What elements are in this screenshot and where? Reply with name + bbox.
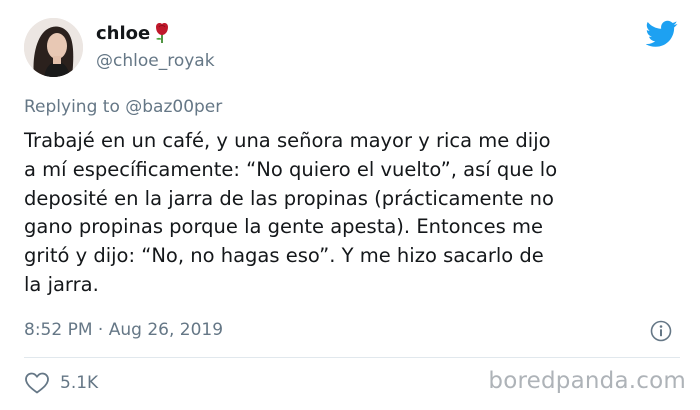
divider <box>24 357 680 358</box>
author-row: chloe <box>96 22 171 44</box>
tweet-card: chloe @chloe_royak Replying to @baz00per… <box>0 0 700 410</box>
tweet-text-line: la jarra. <box>24 272 99 296</box>
tweet-text-line: a mí específicamente: “No quiero el vuel… <box>24 157 558 181</box>
avatar[interactable] <box>24 18 83 77</box>
twitter-bird-icon[interactable] <box>646 20 678 48</box>
tweet-text-line: Trabajé en un café, y una señora mayor y… <box>24 129 551 152</box>
replying-prefix: Replying to <box>24 97 120 117</box>
heart-icon[interactable] <box>24 371 50 395</box>
replying-to: Replying to @baz00per <box>24 97 222 117</box>
tweet-text-line: deposité en la jarra de las propinas (pr… <box>24 186 554 210</box>
tweet-text: Trabajé en un café, y una señora mayor y… <box>24 127 684 300</box>
reply-mention-link[interactable]: @baz00per <box>125 97 222 117</box>
user-handle[interactable]: @chloe_royak <box>96 51 215 71</box>
tweet-time: 8:52 PM <box>24 320 93 340</box>
avatar-photo <box>24 18 83 77</box>
tweet-date: Aug 26, 2019 <box>108 320 224 340</box>
tweet-text-line: gano propinas porque la gente apesta). E… <box>24 215 543 239</box>
tweet-timestamp[interactable]: 8:52 PM · Aug 26, 2019 <box>24 320 223 340</box>
meta-separator: · <box>97 320 104 340</box>
rose-icon <box>153 22 171 44</box>
tweet-text-line: gritó y dijo: “No, no hagas eso”. Y me h… <box>24 244 544 268</box>
info-icon[interactable] <box>650 320 672 342</box>
watermark: boredpanda.com <box>488 368 686 394</box>
like-action[interactable]: 5.1K <box>24 371 98 395</box>
like-count: 5.1K <box>60 373 99 393</box>
display-name[interactable]: chloe <box>96 23 150 44</box>
